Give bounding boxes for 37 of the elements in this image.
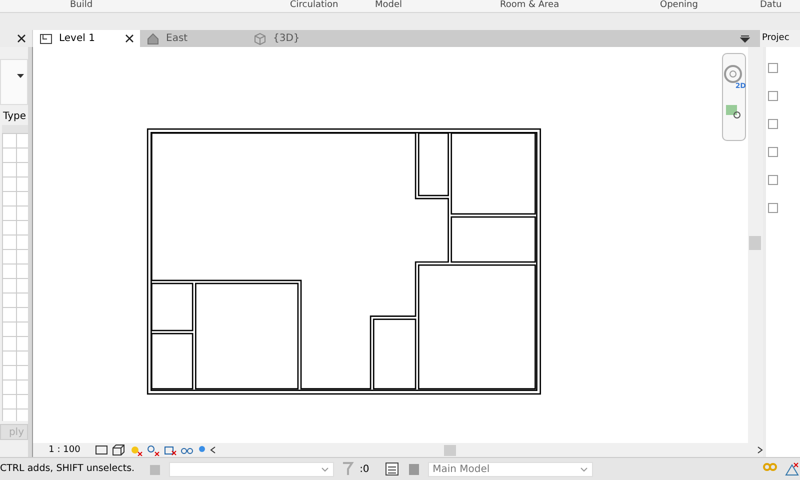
project-browser-title: Projec: [760, 30, 800, 47]
view-tab[interactable]: {3D}: [247, 30, 354, 47]
ribbon-panel-label: Datu: [760, 0, 782, 10]
floor-plan-icon: [39, 32, 53, 45]
ribbon-panel-label: Circulation: [290, 0, 338, 10]
scrollbar[interactable]: [28, 47, 33, 457]
ribbon-panel-label: Build: [70, 0, 93, 10]
zoom-icon[interactable]: [725, 104, 743, 120]
caret-icon: [320, 466, 329, 472]
house-icon: [146, 32, 160, 45]
caret-icon: [580, 466, 588, 472]
scale-selector[interactable]: 1 : 100: [37, 445, 92, 455]
workset-dropdown[interactable]: Main Model: [428, 462, 593, 476]
ribbon-panel-label: Model: [375, 0, 402, 10]
list-icon[interactable]: [384, 461, 400, 477]
box-icon[interactable]: [112, 444, 126, 456]
chevron-left-icon[interactable]: [210, 446, 216, 454]
sun-icon[interactable]: [129, 444, 143, 456]
shadow-icon[interactable]: [146, 444, 160, 456]
ribbon-panel-label: Room & Area: [500, 0, 560, 10]
caret-icon: [17, 74, 24, 79]
scrollbar[interactable]: [748, 47, 763, 443]
close-icon[interactable]: [17, 34, 26, 43]
close-icon[interactable]: [125, 34, 134, 43]
view-tab[interactable]: Level 1: [33, 30, 140, 47]
dropdown-icon[interactable]: [740, 34, 750, 42]
chevron-right-icon[interactable]: [757, 446, 763, 454]
cube-icon: [253, 32, 267, 45]
status-message: CTRL adds, SHIFT unselects.: [0, 463, 135, 475]
square-icon[interactable]: [95, 444, 109, 456]
crop-icon[interactable]: [163, 444, 177, 456]
selection-count: :0: [360, 464, 370, 474]
ribbon-panel-label: Opening: [660, 0, 698, 10]
steering-wheel-icon: [723, 64, 743, 84]
select-icon[interactable]: [784, 461, 800, 477]
edit-type-link[interactable]: Type: [3, 111, 26, 122]
view-tab[interactable]: East: [140, 30, 247, 47]
